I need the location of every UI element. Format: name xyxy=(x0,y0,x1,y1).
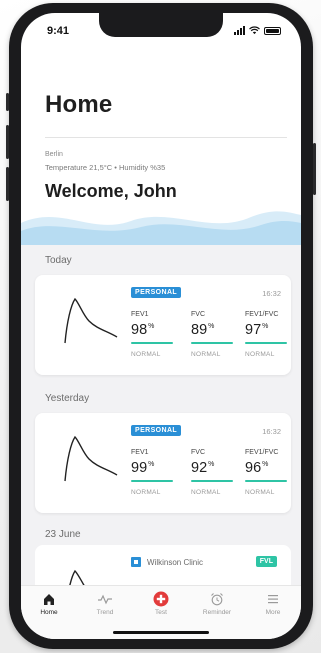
test-card-today[interactable]: PERSONAL 16:32 FEV1 98% NORMAL FVC 89% N… xyxy=(35,275,291,375)
metric-value: 96% xyxy=(245,460,269,476)
section-today: Today xyxy=(45,255,72,266)
metric-status: NORMAL xyxy=(245,489,275,496)
metric-status: NORMAL xyxy=(131,489,161,496)
volume-down-button xyxy=(6,167,9,201)
metric-bar xyxy=(131,342,173,344)
flow-volume-graph xyxy=(64,435,118,482)
test-card-23-june[interactable]: Wilkinson Clinic FVL xyxy=(35,545,291,585)
alarm-clock-icon xyxy=(211,593,223,606)
metric-value: 97% xyxy=(245,322,269,338)
clinic-name: Wilkinson Clinic xyxy=(147,558,204,567)
metric-label: FEV1 xyxy=(131,311,149,318)
status-icons xyxy=(234,26,281,35)
status-bar: 9:41 xyxy=(21,23,301,43)
flow-volume-graph xyxy=(69,569,85,585)
divider xyxy=(45,137,287,138)
page-title: Home xyxy=(45,91,113,118)
weather-details: Temperature 21,5°C • Humidity %35 xyxy=(45,163,166,172)
volume-up-button xyxy=(6,125,9,159)
test-time: 16:32 xyxy=(262,427,281,436)
metric-value: 89% xyxy=(191,322,215,338)
cellular-signal-icon xyxy=(234,26,245,35)
metric-fvc: FVC 92% NORMAL xyxy=(191,449,247,496)
trend-icon xyxy=(98,594,112,605)
fvl-badge: FVL xyxy=(255,556,277,567)
metric-fev1-fvc: FEV1/FVC 97% NORMAL xyxy=(245,311,301,358)
metric-fev1: FEV1 99% NORMAL xyxy=(131,449,187,496)
status-time: 9:41 xyxy=(47,25,70,37)
tab-trend[interactable]: Trend xyxy=(77,592,133,616)
metric-label: FVC xyxy=(191,449,205,456)
home-icon xyxy=(44,594,54,605)
tab-label: More xyxy=(265,609,281,616)
section-yesterday: Yesterday xyxy=(45,393,90,404)
test-card-yesterday[interactable]: PERSONAL 16:32 FEV1 99% NORMAL FVC 92% N… xyxy=(35,413,291,513)
phone-frame: 9:41 Home Berlin Temperature 21,5°C • Hu… xyxy=(6,3,316,649)
mute-switch xyxy=(6,93,9,111)
tab-home[interactable]: Home xyxy=(21,592,77,616)
metric-bar xyxy=(191,480,233,482)
metric-value: 99% xyxy=(131,460,155,476)
battery-icon xyxy=(264,26,281,35)
home-indicator[interactable] xyxy=(113,631,209,634)
section-23-june: 23 June xyxy=(45,529,81,540)
metric-label: FEV1 xyxy=(131,449,149,456)
metric-status: NORMAL xyxy=(245,351,275,358)
screen: 9:41 Home Berlin Temperature 21,5°C • Hu… xyxy=(21,13,301,639)
metric-status: NORMAL xyxy=(131,351,161,358)
tab-more[interactable]: More xyxy=(245,592,301,616)
metric-label: FVC xyxy=(191,311,205,318)
metric-bar xyxy=(191,342,233,344)
flow-volume-graph xyxy=(64,297,118,344)
menu-icon xyxy=(268,595,278,604)
tab-label: Trend xyxy=(96,609,114,616)
metric-bar xyxy=(131,480,173,482)
tab-label: Home xyxy=(40,609,58,616)
metric-value: 98% xyxy=(131,322,155,338)
metric-bar xyxy=(245,480,287,482)
tab-label: Reminder xyxy=(202,609,232,616)
metric-label: FEV1/FVC xyxy=(245,311,279,318)
personal-badge: PERSONAL xyxy=(131,425,182,436)
wave-decoration xyxy=(21,211,301,245)
metric-status: NORMAL xyxy=(191,351,221,358)
test-plus-icon xyxy=(153,591,169,607)
personal-badge: PERSONAL xyxy=(131,287,182,298)
metric-label: FEV1/FVC xyxy=(245,449,279,456)
metric-value: 92% xyxy=(191,460,215,476)
tab-reminder[interactable]: Reminder xyxy=(189,592,245,616)
metric-bar xyxy=(245,342,287,344)
metric-status: NORMAL xyxy=(191,489,221,496)
tab-test[interactable]: Test xyxy=(133,591,189,616)
metric-fev1-fvc: FEV1/FVC 96% NORMAL xyxy=(245,449,301,496)
clinic-icon xyxy=(131,557,141,567)
metric-fev1: FEV1 98% NORMAL xyxy=(131,311,187,358)
metric-fvc: FVC 89% NORMAL xyxy=(191,311,247,358)
tab-label: Test xyxy=(155,609,167,616)
power-button xyxy=(313,143,316,195)
weather-city: Berlin xyxy=(45,151,63,158)
home-scroll-view[interactable]: Home Berlin Temperature 21,5°C • Humidit… xyxy=(21,13,301,639)
history-feed: Today PERSONAL 16:32 FEV1 98% NORMAL FVC… xyxy=(21,245,301,585)
wifi-icon xyxy=(249,26,260,35)
test-time: 16:32 xyxy=(262,289,281,298)
